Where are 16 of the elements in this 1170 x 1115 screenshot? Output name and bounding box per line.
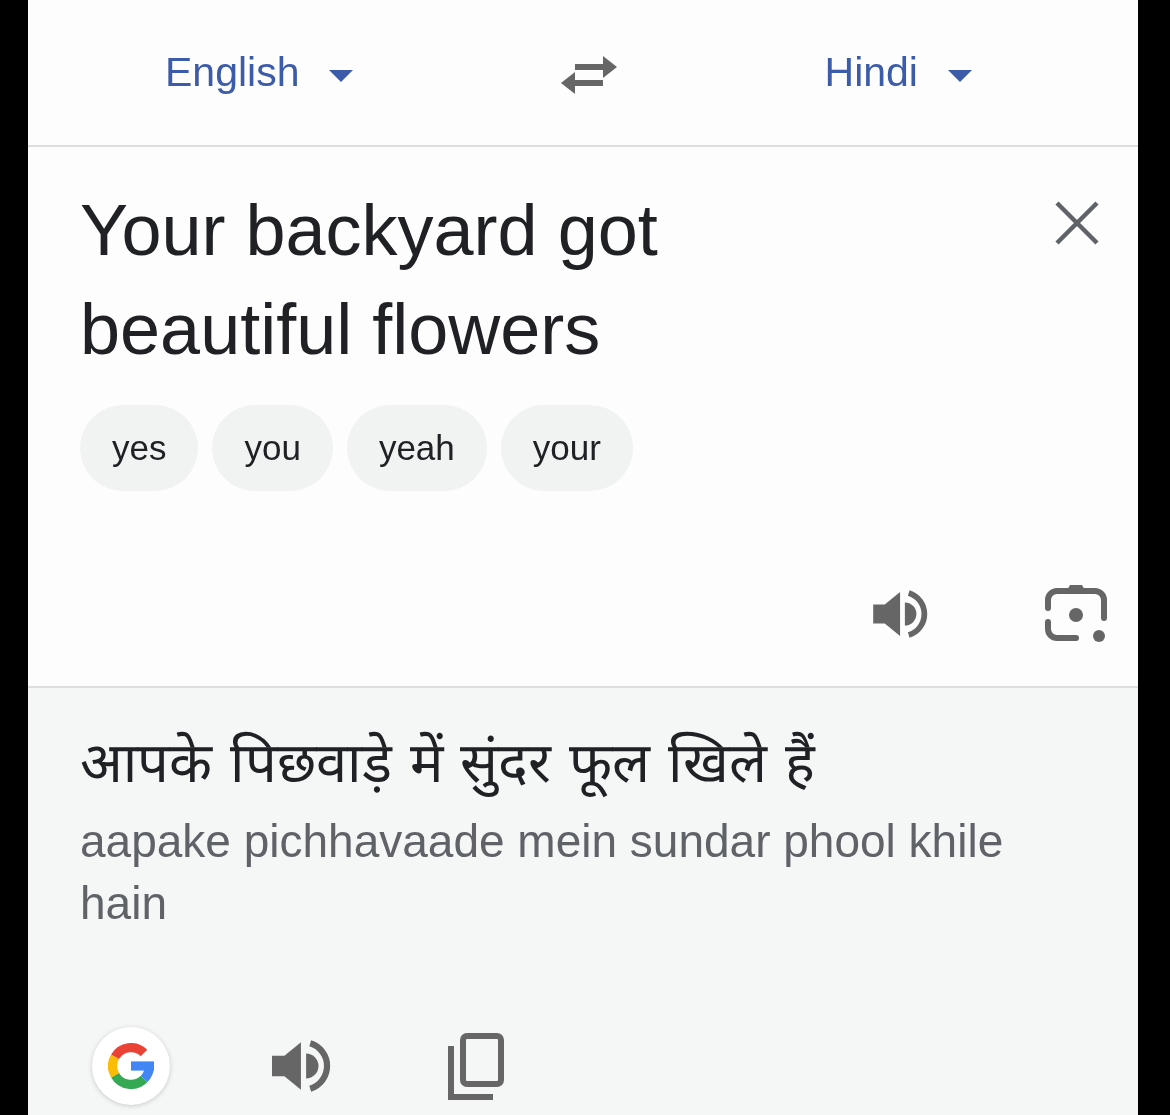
transliteration-text: aapake pichhavaade mein sundar phool khile hain [80,814,1005,931]
suggestion-chip[interactable]: you [212,405,333,491]
target-language-button[interactable]: Hindi [824,47,972,98]
source-text-field[interactable]: Your backyard got beautiful flowers [80,181,840,379]
copy-icon[interactable] [447,1032,505,1100]
caret-icon [948,69,972,82]
g-logo-icon [108,1043,154,1089]
suggestion-chip[interactable]: your [500,405,633,491]
close-icon[interactable] [1054,200,1100,246]
swap-arrows-icon[interactable] [559,53,619,96]
translation-text: आपके पिछवाड़े में सुंदर फूल खिले हैं [80,729,815,799]
caret-icon [329,69,354,82]
source-language-button[interactable]: English [165,47,354,98]
suggestion-chip[interactable]: yes [80,405,199,491]
g-logo-button[interactable] [92,1027,170,1105]
suggestion-chip[interactable]: yeah [346,405,487,491]
